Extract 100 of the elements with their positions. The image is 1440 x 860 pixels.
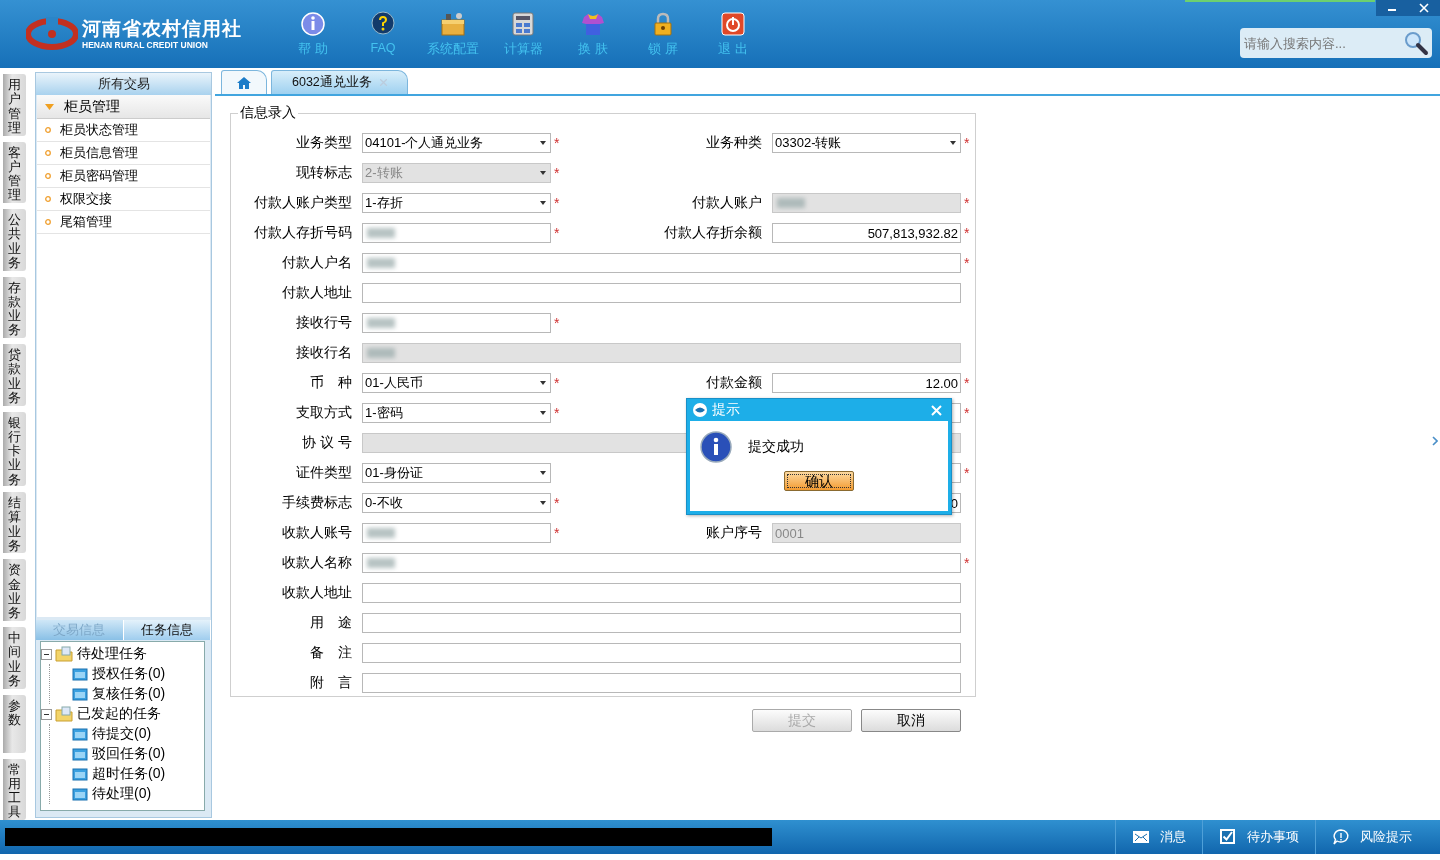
tree-node[interactable]: 复核任务(0)	[72, 685, 166, 703]
input-field[interactable]	[362, 523, 551, 543]
required-mark: *	[963, 195, 971, 211]
field-label: 付款人存折号码	[253, 224, 353, 242]
side-tab[interactable]: 贷款业务	[3, 344, 26, 406]
input-field[interactable]	[362, 643, 961, 663]
required-mark: *	[553, 405, 561, 421]
logo-title: 河南省农村信用社	[82, 18, 242, 40]
field-label: 支取方式	[295, 404, 353, 422]
status-button[interactable]: 待办事项	[1202, 820, 1315, 854]
input-field[interactable]	[362, 553, 961, 573]
input-field[interactable]	[362, 613, 961, 633]
bullet-icon	[45, 173, 51, 179]
required-mark: *	[963, 375, 971, 391]
side-tab[interactable]: 资金业务	[3, 559, 26, 621]
close-icon	[1419, 3, 1429, 13]
search-icon	[1403, 30, 1429, 56]
dropdown: 2-转账	[362, 163, 551, 183]
required-mark: *	[963, 555, 971, 571]
input-field: 0001	[772, 523, 961, 543]
field-label: 收款人账号	[281, 524, 353, 542]
question-icon	[370, 10, 396, 37]
field-label: 付款人账户类型	[253, 194, 353, 212]
swirl-logo-icon	[26, 17, 78, 51]
menu-group[interactable]: 柜员管理	[37, 95, 210, 119]
mail-icon	[1132, 828, 1150, 846]
form-button[interactable]: 取消	[861, 709, 961, 732]
input-field[interactable]	[362, 223, 551, 243]
side-tab[interactable]: 银行卡业务	[3, 411, 26, 486]
required-mark: *	[553, 135, 561, 151]
toolbox-icon	[440, 10, 466, 37]
tree-node[interactable]: 待提交(0)	[72, 725, 152, 743]
panel-header: 所有交易	[36, 73, 211, 95]
field-label: 接收行名	[295, 344, 353, 362]
field-label: 业务种类	[705, 134, 763, 152]
folder-icon	[72, 787, 88, 801]
tree-node[interactable]: 待处理(0)	[72, 785, 152, 803]
required-mark: *	[963, 135, 971, 151]
required-mark: *	[553, 375, 561, 391]
panel-tab[interactable]: 任务信息	[123, 620, 211, 640]
status-button[interactable]: 消息	[1115, 820, 1202, 854]
tab[interactable]	[221, 70, 267, 94]
field-label: 账户序号	[705, 524, 763, 542]
dropdown[interactable]: 1-存折	[362, 193, 551, 213]
folder-icon	[72, 727, 88, 741]
tab[interactable]: 6032通兑业务	[271, 70, 408, 94]
input-field[interactable]: 12.00	[772, 373, 961, 393]
side-tab[interactable]: 常用工具	[3, 758, 26, 821]
side-tab[interactable]: 公共业务	[3, 209, 26, 271]
tree-node[interactable]: 超时任务(0)	[72, 765, 166, 783]
input-field[interactable]: 507,813,932.82	[772, 223, 961, 243]
dialog-message: 提交成功	[748, 438, 804, 456]
tree-node[interactable]: 授权任务(0)	[72, 665, 166, 683]
input-field[interactable]	[362, 583, 961, 603]
input-field[interactable]	[362, 283, 961, 303]
close-icon	[379, 79, 387, 86]
calculator-icon	[510, 10, 536, 37]
side-tab[interactable]: 中间业务	[3, 627, 26, 689]
dropdown[interactable]: 03302-转账	[772, 133, 961, 153]
field-label: 付款人地址	[281, 284, 353, 302]
field-label: 付款人户名	[281, 254, 353, 272]
speech-bubble-icon	[1332, 828, 1350, 846]
bullet-icon	[45, 127, 51, 133]
triangle-down-icon	[45, 103, 54, 110]
side-tab[interactable]: 客户管理	[3, 141, 26, 204]
logo-subtitle: HENAN RURAL CREDIT UNION	[82, 40, 209, 50]
status-button[interactable]: 风险提示	[1315, 820, 1440, 854]
tree-node[interactable]: 待处理任务	[55, 645, 147, 663]
search-field[interactable]: 请输入搜索内容...	[1240, 28, 1432, 58]
tree-node[interactable]: 驳回任务(0)	[72, 745, 166, 763]
info-icon	[700, 431, 732, 463]
dropdown[interactable]: 1-密码	[362, 403, 551, 423]
field-label: 币 种	[309, 374, 353, 392]
folder-icon	[72, 767, 88, 781]
info-icon	[300, 10, 326, 37]
required-mark: *	[553, 225, 561, 241]
input-field[interactable]	[362, 673, 961, 693]
field-label: 付款人存折余额	[663, 224, 763, 242]
field-label: 用 途	[309, 614, 353, 632]
dropdown[interactable]: 04101-个人通兑业务	[362, 133, 551, 153]
side-tab[interactable]: 用户管理	[3, 74, 26, 136]
folder-icon	[72, 687, 88, 701]
input-field[interactable]	[362, 313, 551, 333]
required-mark: *	[553, 495, 561, 511]
side-tab[interactable]: 结算业务	[3, 491, 26, 554]
tree-node[interactable]: 已发起的任务	[55, 705, 161, 723]
dropdown[interactable]: 0-不收	[362, 493, 551, 513]
expander-icon[interactable]	[41, 708, 52, 720]
dropdown[interactable]: 01-人民币	[362, 373, 551, 393]
confirm-button[interactable]: 确认	[784, 471, 854, 491]
dialog-titlebar: 提示	[690, 399, 948, 421]
close-icon	[931, 404, 942, 416]
input-field[interactable]	[362, 253, 961, 273]
field-label: 付款金额	[705, 374, 763, 392]
field-label: 附 言	[309, 674, 353, 692]
expander-icon[interactable]	[41, 648, 52, 660]
side-tab[interactable]: 存款业务	[3, 276, 26, 339]
folder-icon	[72, 667, 88, 681]
side-tab[interactable]: 参数	[3, 694, 26, 753]
dropdown[interactable]: 01-身份证	[362, 463, 551, 483]
